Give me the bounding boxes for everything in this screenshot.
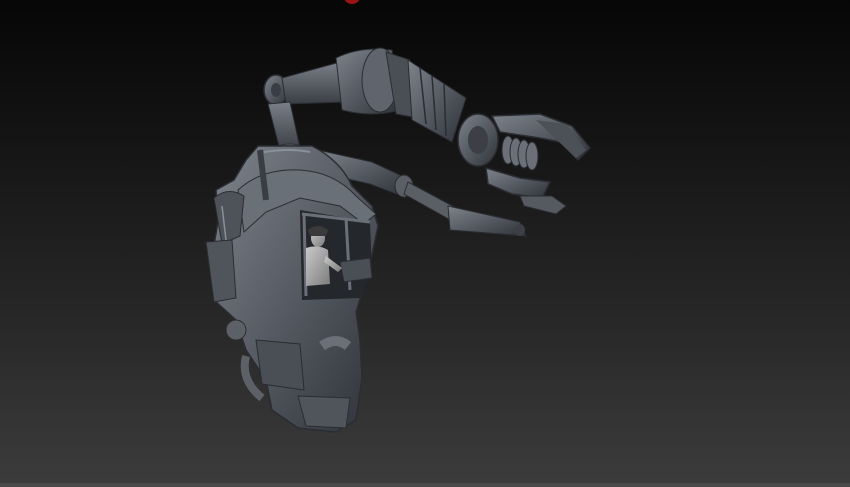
mech-model-render[interactable] bbox=[0, 0, 850, 487]
3d-viewport-canvas[interactable] bbox=[0, 0, 850, 487]
viewport-bottom-edge bbox=[0, 483, 850, 487]
cockpit-body bbox=[205, 145, 379, 433]
